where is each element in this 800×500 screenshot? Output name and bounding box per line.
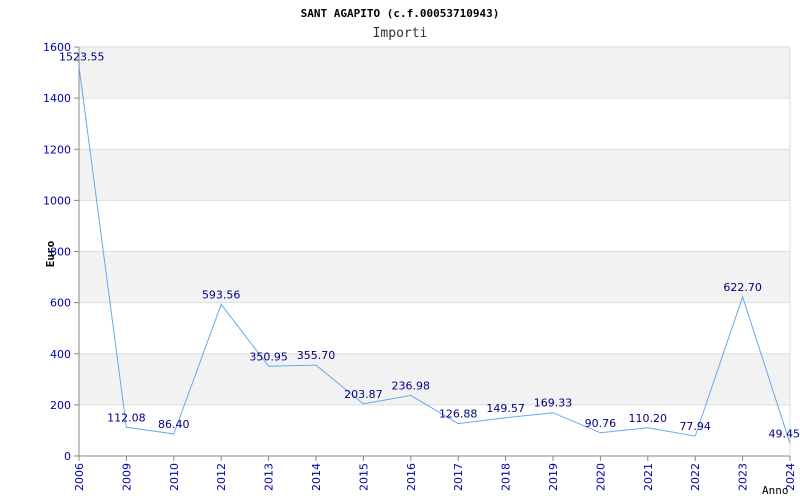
data-label: 169.33	[534, 397, 573, 410]
y-tick-label: 200	[50, 399, 71, 412]
grid-lines	[79, 46, 790, 406]
line-chart: 02004006008001000120014001600 2006 2009 20…	[43, 7, 800, 497]
x-tick-label: 2013	[263, 463, 276, 491]
y-tick-label: 1200	[43, 143, 71, 156]
x-tick-label: 2017	[452, 463, 465, 491]
y-tick-label: 1400	[43, 92, 71, 105]
y-tick-label: 1000	[43, 194, 71, 207]
chart-title: SANT AGAPITO (c.f.00053710943)	[301, 7, 500, 20]
x-tick-label: 2006	[73, 463, 86, 491]
x-ticks: 2006 2009 2010 2012 2013 2014 2015 2016 2017 2018…	[73, 456, 797, 491]
data-label: 110.20	[629, 412, 668, 425]
x-tick-label: 2022	[689, 463, 702, 491]
x-tick-label: 2015	[357, 463, 370, 491]
data-label: 86.40	[158, 418, 190, 431]
data-label: 355.70	[297, 349, 336, 362]
x-tick-label: 2021	[642, 463, 655, 491]
data-label: 126.88	[439, 408, 478, 421]
plot-bands	[79, 47, 790, 405]
x-tick-label: 2012	[215, 463, 228, 491]
x-axis-label: Anno	[762, 484, 789, 497]
plot-band	[79, 149, 790, 201]
data-label: 622.70	[723, 281, 762, 294]
data-label: 236.98	[392, 379, 431, 392]
data-label: 49.45	[769, 427, 800, 440]
x-tick-label: 2018	[500, 463, 513, 491]
x-tick-label: 2019	[547, 463, 560, 491]
x-tick-label: 2023	[737, 463, 750, 491]
chart-subtitle: Importi	[373, 26, 428, 41]
data-label: 593.56	[202, 288, 241, 301]
x-tick-label: 2016	[405, 463, 418, 491]
data-label: 350.95	[249, 350, 288, 363]
y-tick-label: 600	[50, 297, 71, 310]
data-label: 90.76	[585, 417, 617, 430]
y-tick-label: 400	[50, 348, 71, 361]
plot-band	[79, 47, 790, 99]
data-label: 203.87	[344, 388, 383, 401]
y-tick-label: 0	[64, 450, 71, 463]
y-axis-label: Euro	[44, 240, 57, 267]
data-label: 1523.55	[59, 51, 105, 64]
x-tick-label: 2014	[310, 463, 323, 491]
x-tick-label: 2010	[168, 463, 181, 491]
plot-band	[79, 353, 790, 405]
x-tick-label: 2009	[120, 463, 133, 491]
data-label: 149.57	[486, 402, 525, 415]
data-label: 77.94	[679, 420, 711, 433]
data-label: 112.08	[107, 411, 146, 424]
x-tick-label: 2020	[594, 463, 607, 491]
plot-band	[79, 251, 790, 303]
